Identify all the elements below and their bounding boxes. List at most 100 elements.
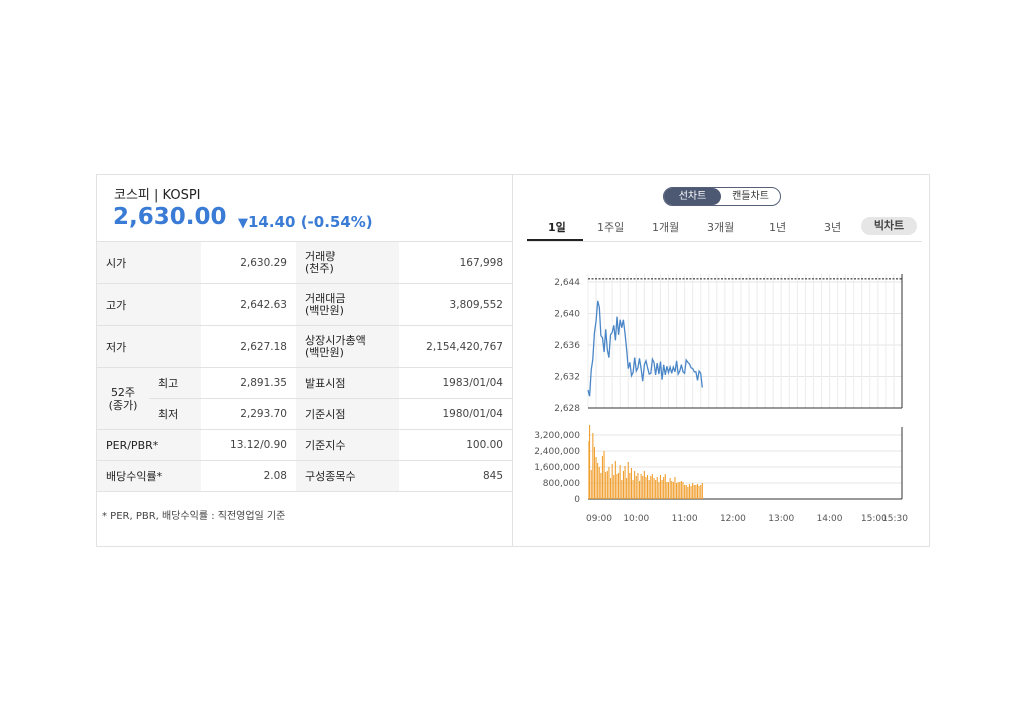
volume-bar (658, 482, 660, 499)
volume-tick-label: 1,600,000 (534, 463, 580, 473)
volume-bar (595, 457, 597, 499)
volume-bar (666, 482, 668, 499)
volume-bar (672, 482, 674, 499)
line-chart-toggle[interactable]: 선차트 (664, 188, 721, 205)
amount-label: 거래대금 (백만원) (296, 283, 399, 326)
volume-bar (685, 485, 687, 499)
volume-bar (680, 481, 682, 499)
volume-bar (698, 486, 700, 499)
time-tick-label: 15:30 (882, 514, 908, 524)
volume-bar (619, 465, 621, 499)
dividend-value: 2.08 (201, 460, 296, 492)
volume-bar (601, 456, 603, 499)
time-tick-label: 10:00 (623, 514, 649, 524)
volume-bar (653, 478, 655, 499)
table-row: 최저 2,293.70 기준시점 1980/01/04 (97, 398, 512, 430)
base-index-label: 기준지수 (296, 429, 399, 461)
volume-bar (647, 475, 649, 499)
volume-bar (590, 470, 592, 499)
volume-tick-label: 3,200,000 (534, 431, 580, 441)
chart-type-toggle: 선차트 캔들차트 (663, 187, 781, 206)
tabs-divider (527, 241, 922, 242)
volume-bar (635, 476, 637, 499)
table-row: 고가 2,642.63 거래대금 (백만원) 3,809,552 (97, 283, 512, 326)
price-change: ▼14.40 (-0.54%) (238, 213, 373, 231)
volume-bar (629, 473, 631, 499)
index-chart: 2,628 2,632 2,636 2,640 2,644 0 800,000 1,600,… (534, 274, 908, 524)
base-date-value: 1980/01/04 (399, 398, 512, 430)
volume-bar (692, 483, 694, 499)
volume-bar (603, 451, 605, 499)
announce-value: 1983/01/04 (399, 367, 512, 399)
tab-1day[interactable]: 1일 (548, 219, 566, 235)
volume-bar (605, 472, 607, 499)
period-tabs: 1일 1주일 1개월 3개월 1년 3년 빅차트 (527, 215, 922, 242)
price-y-axis: 2,628 2,632 2,636 2,640 2,644 (554, 278, 580, 414)
volume-bar (643, 471, 645, 499)
volume-y-axis: 0 800,000 1,600,000 2,400,000 3,200,000 (534, 431, 580, 505)
chart-panel: 선차트 캔들차트 1일 1주일 1개월 3개월 1년 3년 빅차트 2,628 2… (512, 175, 931, 546)
price-tick-label: 2,644 (554, 278, 580, 288)
high-label: 고가 (97, 283, 201, 326)
volume-bar (695, 485, 697, 499)
volume-bar (677, 482, 679, 499)
volume-bar (655, 480, 657, 499)
tab-1year[interactable]: 1년 (769, 219, 786, 235)
current-price: 2,630.00 (113, 204, 227, 230)
volume-bar (624, 466, 626, 499)
volume-bar (676, 483, 678, 499)
volume-bar (690, 486, 692, 499)
base-date-label: 기준시점 (296, 398, 399, 430)
volume-bar (688, 484, 690, 499)
price-series-line (587, 300, 703, 397)
volume-bar (682, 482, 684, 499)
volume-bar (650, 476, 652, 499)
volume-bar (651, 474, 653, 499)
dividend-label: 배당수익률* (97, 460, 201, 492)
tab-1week[interactable]: 1주일 (597, 219, 624, 235)
volume-bar (640, 474, 642, 499)
open-value: 2,630.29 (201, 241, 296, 284)
volume-bar (639, 481, 641, 499)
tab-1month[interactable]: 1개월 (652, 219, 679, 235)
volume-bar (593, 447, 595, 499)
volume-bar (598, 467, 600, 499)
volume-bar (696, 484, 698, 499)
info-panel: 코스피 | KOSPI 2,630.00 ▼14.40 (-0.54%) 시가 … (97, 175, 512, 546)
volume-bar (648, 480, 650, 499)
tab-3year[interactable]: 3년 (824, 219, 841, 235)
volume-bar (618, 473, 620, 499)
volume-bar (632, 480, 634, 499)
big-chart-button[interactable]: 빅차트 (861, 217, 917, 235)
volume-bar (637, 473, 639, 499)
price-grid (587, 274, 903, 409)
table-row: 52주 (종가) 최고 2,891.35 발표시점 1983/01/04 (97, 367, 512, 430)
volume-bar (592, 433, 594, 499)
volume-tick-label: 0 (574, 495, 580, 505)
volume-label: 거래량 (천주) (296, 241, 399, 284)
volume-bar (621, 480, 623, 499)
time-tick-label: 13:00 (768, 514, 794, 524)
volume-bar (597, 463, 599, 499)
volume-value: 167,998 (399, 241, 512, 284)
volume-bar (679, 482, 681, 499)
volume-bar (600, 473, 602, 499)
volume-bar (659, 475, 661, 499)
down-arrow-icon: ▼ (238, 216, 248, 231)
volume-bar (634, 471, 636, 499)
change-value: 14.40 (248, 213, 296, 231)
volume-bar (671, 481, 673, 499)
kospi-widget: 코스피 | KOSPI 2,630.00 ▼14.40 (-0.54%) 시가 … (96, 174, 930, 547)
wk52-label: 52주 (종가) (97, 367, 149, 430)
volume-bar (701, 483, 703, 499)
candle-chart-toggle[interactable]: 캔들차트 (721, 188, 780, 205)
wk52-low-value: 2,293.70 (201, 398, 296, 430)
table-row: 배당수익률* 2.08 구성종목수 845 (97, 460, 512, 492)
tab-3month[interactable]: 3개월 (707, 219, 734, 235)
amount-value: 3,809,552 (399, 283, 512, 326)
volume-bar (661, 480, 663, 499)
high-value: 2,642.63 (201, 283, 296, 326)
mktcap-value: 2,154,420,767 (399, 325, 512, 368)
volume-bar (669, 478, 671, 499)
open-label: 시가 (97, 241, 201, 284)
